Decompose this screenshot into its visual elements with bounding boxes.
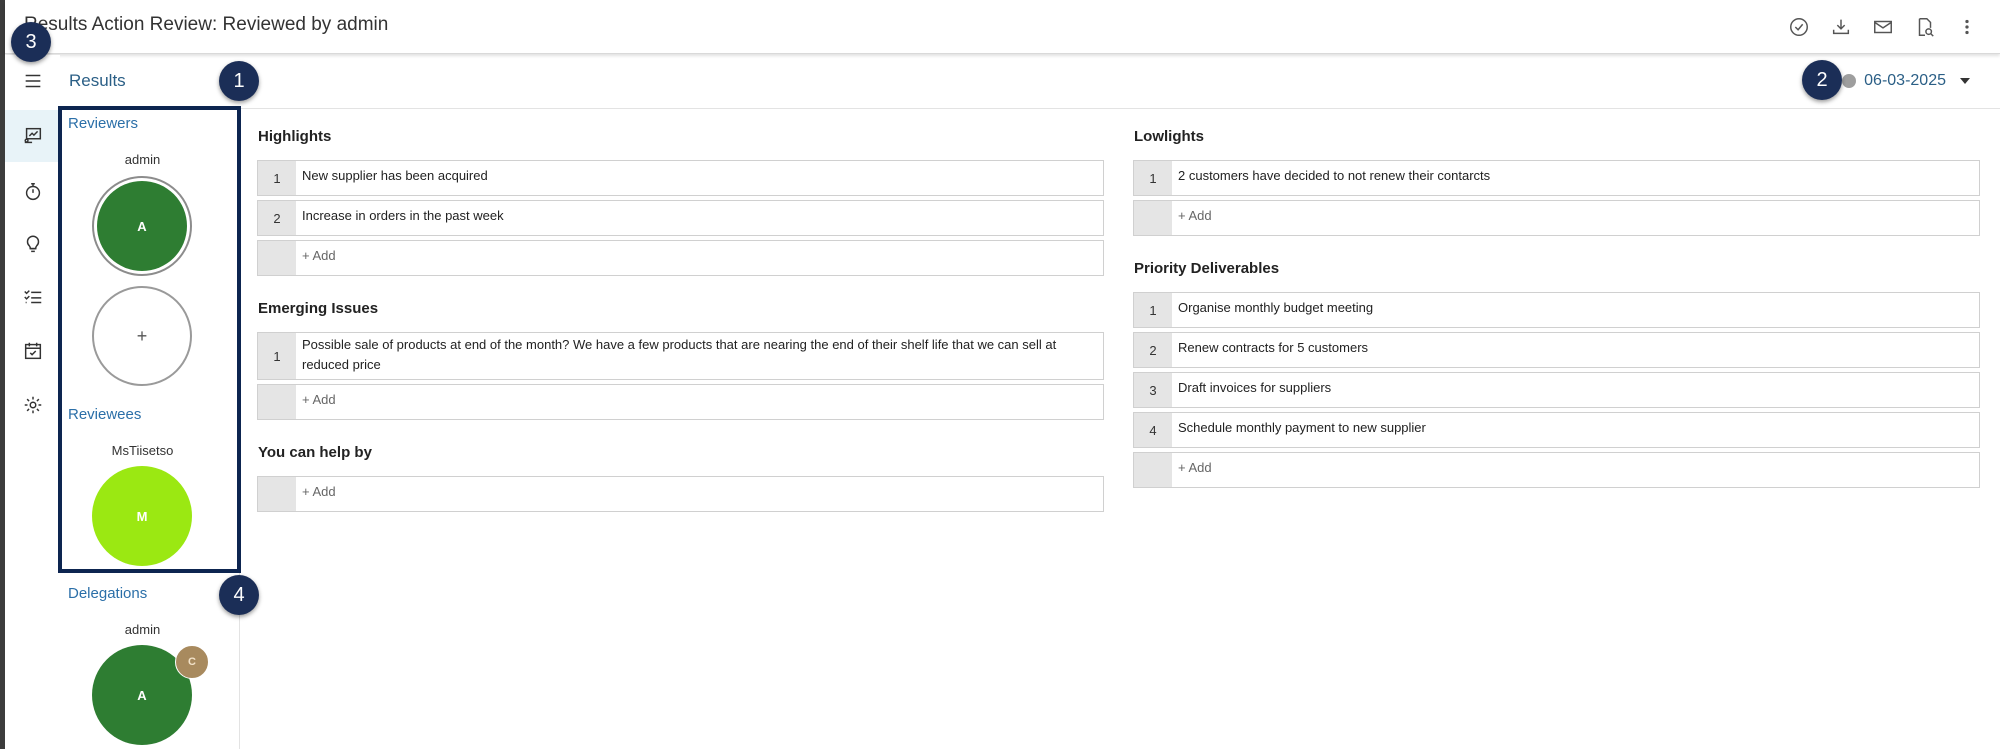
stopwatch-icon[interactable] — [5, 166, 60, 218]
delegation-badge-initial: C — [188, 656, 196, 668]
download-icon[interactable] — [1828, 14, 1854, 40]
add-highlight-button[interactable]: + Add — [257, 240, 1104, 276]
row-text: Possible sale of products at end of the … — [302, 337, 1057, 372]
highlights-title: Highlights — [258, 128, 332, 145]
add-label: + Add — [1178, 460, 1212, 475]
page-head: Results 06-03-2025 — [60, 55, 2000, 109]
row-text: Increase in orders in the past week — [302, 208, 504, 223]
row-number-blank — [258, 241, 296, 275]
menu-icon[interactable] — [5, 55, 60, 107]
check-circle-icon[interactable] — [1786, 14, 1812, 40]
add-label: + Add — [1178, 208, 1212, 223]
row-number: 1 — [258, 333, 296, 379]
annotation-marker-3: 3 — [11, 22, 51, 62]
page-title: Results — [69, 71, 126, 90]
priority-row[interactable]: 3 Draft invoices for suppliers — [1133, 372, 1980, 408]
page-header-title: Results Action Review: Reviewed by admin — [24, 14, 389, 35]
row-text: New supplier has been acquired — [302, 168, 488, 183]
emerging-issue-row[interactable]: 1 Possible sale of products at end of th… — [257, 332, 1104, 380]
status-dot — [1842, 74, 1857, 88]
add-label: + Add — [302, 484, 336, 499]
priority-deliverables-title: Priority Deliverables — [1134, 260, 1280, 277]
more-vertical-icon[interactable] — [1954, 14, 1980, 40]
add-label: + Add — [302, 248, 336, 263]
delegation-initial: A — [137, 687, 147, 703]
highlight-row[interactable]: 2 Increase in orders in the past week — [257, 200, 1104, 236]
lowlight-row[interactable]: 1 2 customers have decided to not renew … — [1133, 160, 1980, 196]
calendar-check-icon[interactable] — [5, 325, 60, 377]
lowlights-title: Lowlights — [1134, 128, 1204, 145]
row-number: 4 — [1134, 413, 1172, 447]
emerging-issues-title: Emerging Issues — [258, 300, 379, 317]
top-bar: Results Action Review: Reviewed by admin — [5, 0, 2000, 54]
row-number: 1 — [258, 161, 296, 195]
document-search-icon[interactable] — [1912, 14, 1938, 40]
date-value: 06-03-2025 — [1864, 72, 1946, 89]
row-text: Renew contracts for 5 customers — [1178, 340, 1369, 355]
annotation-marker-4: 4 — [219, 575, 259, 615]
row-number-blank — [1134, 201, 1172, 235]
row-number-blank — [1134, 453, 1172, 487]
mail-icon[interactable] — [1870, 14, 1896, 40]
row-text: Draft invoices for suppliers — [1178, 380, 1332, 395]
priority-row[interactable]: 4 Schedule monthly payment to new suppli… — [1133, 412, 1980, 448]
row-text: 2 customers have decided to not renew th… — [1178, 168, 1491, 183]
priority-row[interactable]: 2 Renew contracts for 5 customers — [1133, 332, 1980, 368]
delegations-label[interactable]: Delegations — [68, 585, 147, 602]
checklist-icon[interactable] — [5, 271, 60, 323]
lightbulb-icon[interactable] — [5, 218, 60, 270]
add-priority-button[interactable]: + Add — [1133, 452, 1980, 488]
add-lowlight-button[interactable]: + Add — [1133, 200, 1980, 236]
row-text: Organise monthly budget meeting — [1178, 300, 1374, 315]
delegation-badge: C — [175, 645, 209, 679]
annotation-marker-2: 2 — [1802, 60, 1842, 100]
row-number: 2 — [258, 201, 296, 235]
add-help-button[interactable]: + Add — [257, 476, 1104, 512]
date-selector[interactable]: 06-03-2025 — [1842, 72, 1970, 90]
gear-icon[interactable] — [5, 379, 60, 431]
row-number: 3 — [1134, 373, 1172, 407]
row-text: Schedule monthly payment to new supplier — [1178, 420, 1426, 435]
help-title: You can help by — [258, 444, 372, 461]
row-number-blank — [258, 477, 296, 511]
results-icon[interactable] — [5, 110, 60, 162]
priority-row[interactable]: 1 Organise monthly budget meeting — [1133, 292, 1980, 328]
navigation-rail — [5, 55, 60, 749]
top-actions — [1786, 14, 1980, 40]
annotation-highlight-box — [58, 106, 241, 573]
add-label: + Add — [302, 392, 336, 407]
row-number-blank — [258, 385, 296, 419]
row-number: 2 — [1134, 333, 1172, 367]
highlight-row[interactable]: 1 New supplier has been acquired — [257, 160, 1104, 196]
row-number: 1 — [1134, 293, 1172, 327]
chevron-down-icon — [1960, 78, 1970, 84]
delegation-name: admin — [124, 622, 161, 637]
row-number: 1 — [1134, 161, 1172, 195]
add-emerging-issue-button[interactable]: + Add — [257, 384, 1104, 420]
annotation-marker-1: 1 — [219, 61, 259, 101]
